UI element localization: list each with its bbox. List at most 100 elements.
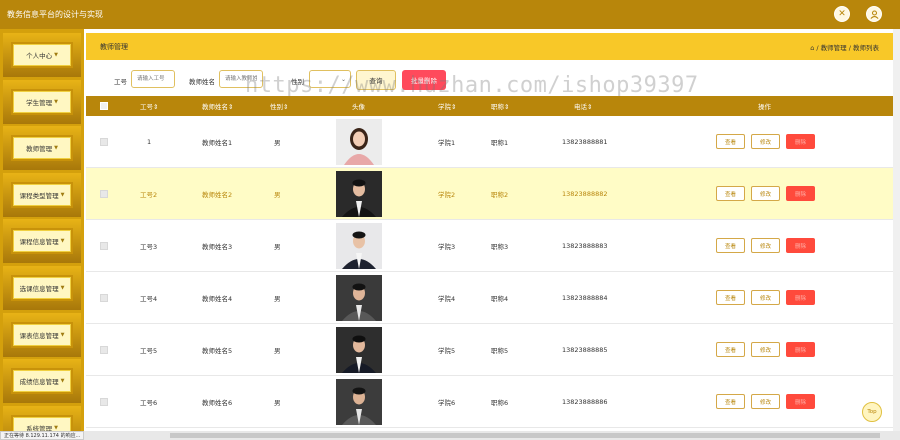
header-gender[interactable]: 性别⇕ [270,101,288,111]
cell-phone: 13823888886 [562,397,608,406]
sidebar-item-timetable[interactable]: 课表信息管理 ▼ [3,313,81,357]
chevron-down-icon: ▼ [60,238,65,244]
edit-button[interactable]: 修改 [751,134,780,149]
chevron-down-icon: ▼ [60,332,65,338]
sidebar-item-label: 课程信息管理 [19,238,59,246]
edit-button[interactable]: 修改 [751,238,780,253]
delete-button[interactable]: 删除 [786,342,815,357]
cell-gonghao: 工号3 [140,242,158,251]
vertical-scrollbar[interactable] [893,29,900,431]
cell-college: 学院1 [438,138,456,147]
delete-button[interactable]: 删除 [786,394,815,409]
row-checkbox[interactable] [100,241,108,250]
batch-delete-button[interactable]: 批量删除 [402,70,446,90]
sidebar-item-grades[interactable]: 成绩信息管理 ▼ [3,359,81,403]
cell-college: 学院3 [438,242,456,251]
cell-title: 职称3 [491,242,509,251]
breadcrumb: 教师管理 ⌂ / 教师管理 / 教师列表 [86,33,893,60]
row-checkbox[interactable] [100,189,108,198]
header-gonghao[interactable]: 工号⇕ [140,101,158,111]
gender-select[interactable]: ⌄ [309,70,351,88]
cell-title: 职称1 [491,138,509,147]
cell-name: 教师姓名3 [202,242,233,251]
view-button[interactable]: 查看 [716,394,745,409]
gonghao-input[interactable] [131,70,175,88]
cell-gender: 男 [274,294,281,303]
table-row: 工号4 教师姓名4 男 学院4 职称4 13823888884 查看 修改 删除 [86,272,893,324]
sidebar-item-courses[interactable]: 课程信息管理 ▼ [3,219,81,263]
cell-name: 教师姓名1 [202,138,233,147]
cell-title: 职称4 [491,294,509,303]
view-button[interactable]: 查看 [716,342,745,357]
teacher-name-input[interactable] [219,70,263,88]
teacher-avatar [336,327,382,373]
view-button[interactable]: 查看 [716,290,745,305]
gender-label: 性别 [291,78,304,86]
chevron-down-icon: ▼ [60,192,65,198]
cell-title: 职称5 [491,346,509,355]
sidebar-item-personal-center[interactable]: 个人中心 ▼ [3,33,81,77]
sidebar-item-label: 教师管理 [26,145,53,153]
fullscreen-toggle-icon[interactable]: ✕ [834,6,850,22]
cell-gender: 男 [274,346,281,355]
table-row: 1 教师姓名1 男 学院1 职称1 13823888881 查看 修改 删除 [86,116,893,168]
sidebar-item-label: 选课信息管理 [19,285,59,293]
horizontal-scrollbar-thumb[interactable] [170,433,880,438]
edit-button[interactable]: 修改 [751,186,780,201]
home-icon[interactable]: ⌂ [810,44,814,52]
cell-name: 教师姓名2 [202,190,233,199]
view-button[interactable]: 查看 [716,186,745,201]
header-phone[interactable]: 电话⇕ [574,101,592,111]
cell-college: 学院2 [438,190,456,199]
horizontal-scrollbar[interactable] [0,431,900,440]
delete-button[interactable]: 删除 [786,134,815,149]
teacher-avatar [336,171,382,217]
row-checkbox[interactable] [100,293,108,302]
top-bar: 教务信息平台的设计与实现 ✕ [0,0,900,29]
header-title[interactable]: 职称⇕ [491,101,509,111]
header-ops: 操作 [758,103,771,111]
delete-button[interactable]: 删除 [786,186,815,201]
header-name[interactable]: 教师姓名⇕ [202,101,233,111]
query-button[interactable]: 查询 [356,70,396,90]
table-row: 工号3 教师姓名3 男 学院3 职称3 13823888883 查看 修改 删除 [86,220,893,272]
sidebar-item-course-selection[interactable]: 选课信息管理 ▼ [3,266,81,310]
user-icon[interactable] [866,6,882,22]
view-button[interactable]: 查看 [716,238,745,253]
teacher-avatar [336,379,382,425]
cell-college: 学院6 [438,398,456,407]
cell-title: 职称6 [491,398,509,407]
search-bar: 工号 教师姓名 性别 ⌄ 查询 批量删除 [86,64,893,94]
row-checkbox[interactable] [100,137,108,146]
header-college[interactable]: 学院⇕ [438,101,456,111]
row-checkbox[interactable] [100,345,108,354]
view-button[interactable]: 查看 [716,134,745,149]
app-title: 教务信息平台的设计与实现 [7,10,103,19]
chevron-down-icon: ▼ [60,285,65,291]
cell-gender: 男 [274,242,281,251]
sidebar-item-teachers[interactable]: 教师管理 ▼ [3,126,81,170]
sidebar-item-course-types[interactable]: 课程类型管理 ▼ [3,173,81,217]
breadcrumb-path-text[interactable]: / 教师管理 / 教师列表 [816,44,879,52]
status-bar: 正在等待 8.129.11.174 的响应... [0,431,85,440]
header-avatar: 头像 [352,103,365,111]
edit-button[interactable]: 修改 [751,394,780,409]
back-to-top-button[interactable]: Top [862,402,882,422]
cell-gender: 男 [274,190,281,199]
cell-phone: 13823888881 [562,137,608,146]
sidebar-item-label: 个人中心 [26,52,53,60]
table-row: 工号2 教师姓名2 男 学院2 职称2 13823888882 查看 修改 删除 [86,168,893,220]
sidebar-item-students[interactable]: 学生管理 ▼ [3,80,81,124]
row-checkbox[interactable] [100,397,108,406]
cell-gonghao: 工号2 [140,190,158,199]
delete-button[interactable]: 删除 [786,238,815,253]
select-all-checkbox[interactable] [100,102,108,110]
edit-button[interactable]: 修改 [751,342,780,357]
edit-button[interactable]: 修改 [751,290,780,305]
cell-name: 教师姓名4 [202,294,233,303]
teacher-name-label: 教师姓名 [189,78,215,86]
teacher-table: 工号⇕ 教师姓名⇕ 性别⇕ 头像 学院⇕ 职称⇕ 电话⇕ 操作 1 教师姓名1 … [86,96,893,428]
delete-button[interactable]: 删除 [786,290,815,305]
cell-gender: 男 [274,138,281,147]
cell-gonghao: 工号6 [140,398,158,407]
